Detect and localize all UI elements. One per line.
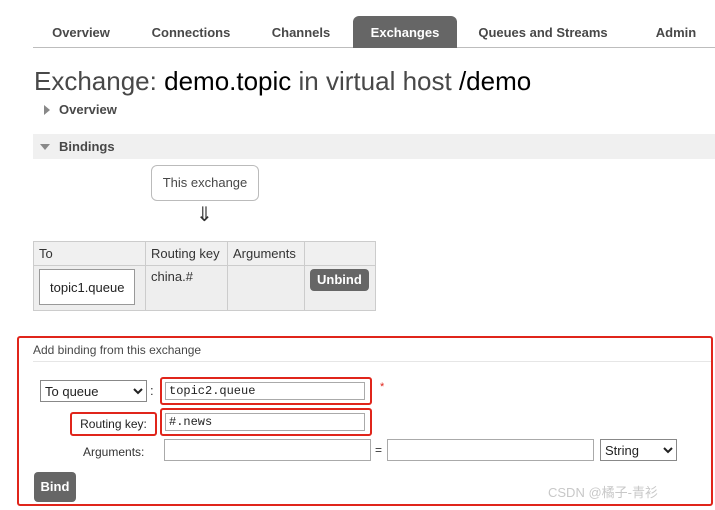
- bindings-section-bar: [33, 134, 715, 159]
- argument-value-input[interactable]: [387, 439, 594, 461]
- equals-sign: =: [375, 443, 383, 457]
- collapse-triangle-icon: [40, 144, 50, 150]
- down-double-arrow-icon: ⇓: [196, 204, 213, 226]
- title-vhost: /demo: [458, 66, 532, 96]
- expand-triangle-icon: [44, 105, 50, 115]
- section-bindings-label: Bindings: [59, 139, 115, 154]
- page-title: Exchange: demo.topic in virtual host /de…: [34, 66, 531, 97]
- section-overview-label: Overview: [59, 102, 117, 117]
- tab-channels[interactable]: Channels: [255, 16, 347, 48]
- table-row: topic1.queue china.# Unbind: [33, 265, 376, 311]
- section-bindings-toggle[interactable]: Bindings: [40, 139, 115, 154]
- tab-overview[interactable]: Overview: [33, 16, 129, 48]
- bind-button[interactable]: Bind: [34, 472, 76, 502]
- top-nav-tabs: Overview Connections Channels Exchanges …: [33, 16, 715, 48]
- column-header-actions: [304, 241, 376, 266]
- tab-connections[interactable]: Connections: [137, 16, 245, 48]
- unbind-button[interactable]: Unbind: [310, 269, 369, 291]
- this-exchange-box: This exchange: [151, 165, 259, 201]
- column-header-arguments: Arguments: [227, 241, 305, 266]
- title-prefix: Exchange:: [34, 66, 157, 96]
- routing-key-label: Routing key:: [70, 412, 157, 436]
- add-binding-title: Add binding from this exchange: [33, 343, 202, 357]
- cell-routing-key: china.#: [145, 265, 228, 311]
- cell-arguments: [227, 265, 305, 311]
- divider: [33, 361, 711, 362]
- cell-to: topic1.queue: [33, 265, 146, 311]
- tab-queues-and-streams[interactable]: Queues and Streams: [465, 16, 621, 48]
- argument-type-select[interactable]: String Number Boolean List: [600, 439, 677, 461]
- queue-link[interactable]: topic1.queue: [39, 269, 136, 305]
- tab-admin[interactable]: Admin: [645, 16, 707, 48]
- colon-separator: :: [150, 383, 154, 398]
- cell-actions: Unbind: [304, 265, 376, 311]
- arguments-label: Arguments:: [83, 445, 145, 459]
- tab-exchanges[interactable]: Exchanges: [353, 16, 457, 48]
- argument-key-input[interactable]: [164, 439, 371, 461]
- watermark: CSDN @橘子-青衫: [548, 485, 658, 500]
- destination-queue-input[interactable]: [165, 382, 365, 400]
- routing-key-input[interactable]: [165, 413, 365, 431]
- section-overview-toggle[interactable]: Overview: [44, 102, 117, 117]
- column-header-routing-key: Routing key: [145, 241, 228, 266]
- required-asterisk: *: [380, 381, 385, 393]
- routing-key-field-highlight: [160, 408, 372, 436]
- title-exchange-name: demo.topic: [164, 66, 292, 96]
- destination-type-select[interactable]: To queue To exchange: [40, 380, 147, 402]
- bindings-table: To Routing key Arguments topic1.queue ch…: [33, 241, 376, 311]
- column-header-to: To: [33, 241, 146, 266]
- title-middle: in virtual host: [298, 66, 452, 96]
- queue-field-highlight: [160, 377, 372, 405]
